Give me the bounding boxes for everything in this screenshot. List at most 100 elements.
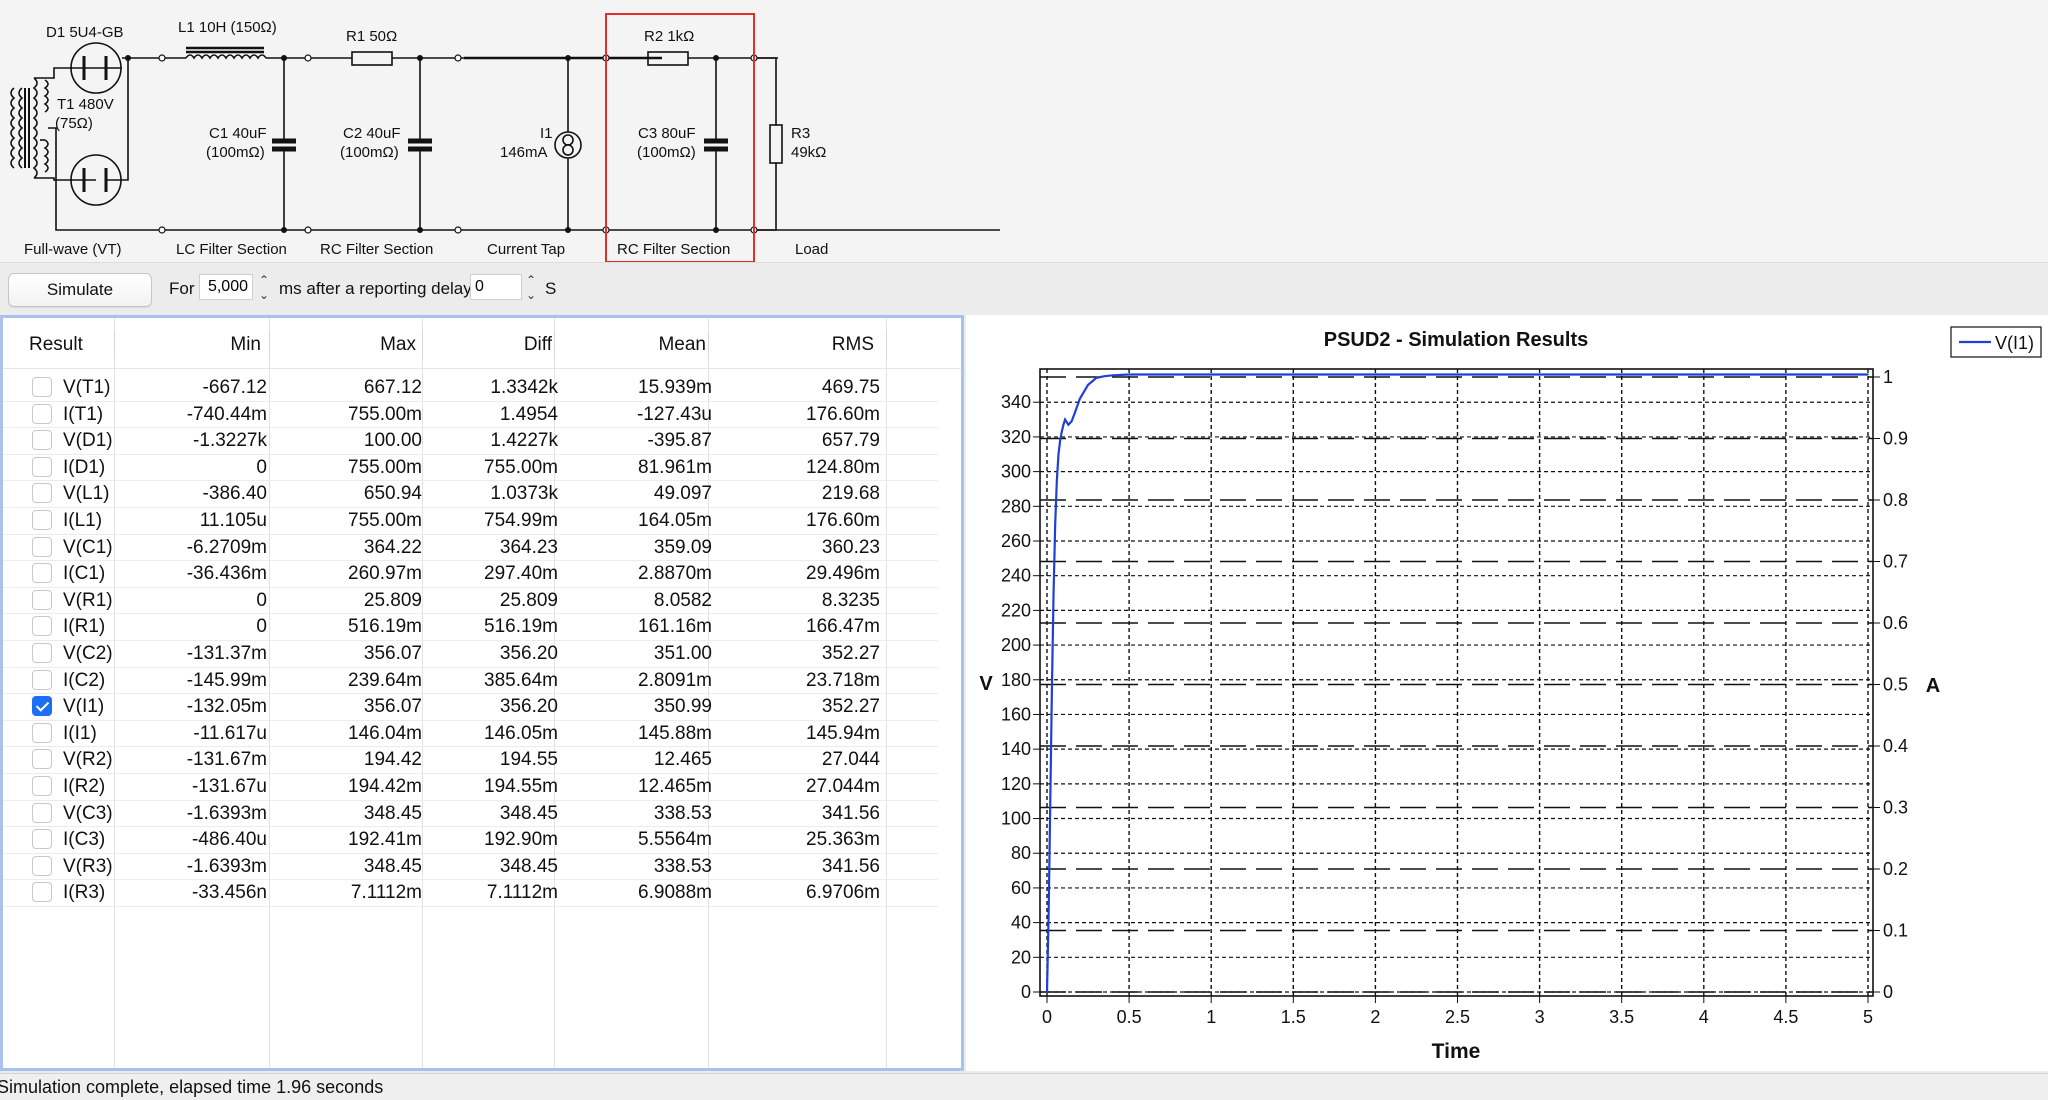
cell-rms: 352.27 [821, 696, 880, 718]
label-c2: C2 40uF [343, 125, 401, 142]
row-checkbox[interactable] [32, 669, 52, 690]
delay-stepper[interactable]: ⌃ ⌄ [524, 273, 538, 303]
row-checkbox[interactable] [32, 510, 52, 530]
cell-mean: -395.87 [647, 430, 712, 452]
series-point [1538, 373, 1541, 376]
section-label-fullwave[interactable]: Full-wave (VT) [24, 241, 122, 258]
header-max[interactable]: Max [380, 334, 416, 356]
cell-max: 194.42 [363, 749, 422, 771]
cell-min: 0 [256, 616, 267, 638]
section-label-load[interactable]: Load [795, 241, 828, 258]
table-row[interactable]: I(L1) 11.105u 755.00m 754.99m 164.05m 176.60m [3, 507, 938, 535]
table-row[interactable]: I(I1) -11.617u 146.04m 146.05m 145.88m 145.94… [3, 720, 938, 748]
chevron-up-icon[interactable]: ⌃ [257, 273, 271, 288]
simulate-button[interactable]: Simulate [8, 273, 152, 307]
cell-min: -6.2709m [186, 536, 267, 558]
section-label-lc-filter[interactable]: LC Filter Section [176, 241, 287, 258]
cell-rms: 341.56 [821, 855, 880, 877]
header-rms[interactable]: RMS [832, 334, 874, 356]
header-result[interactable]: Result [29, 334, 83, 356]
y-tick-label: 40 [1011, 913, 1031, 933]
delay-input[interactable] [470, 274, 522, 300]
table-row[interactable]: I(C3) -486.40u 192.41m 192.90m 5.5564m 25.363… [3, 826, 938, 854]
row-checkbox[interactable] [32, 776, 52, 796]
row-checkbox[interactable] [32, 616, 52, 637]
row-checkbox[interactable] [32, 483, 52, 504]
row-checkbox[interactable] [32, 749, 52, 770]
capacitor-c3[interactable] [704, 58, 728, 230]
row-checkbox[interactable] [32, 563, 52, 584]
cell-min: 11.105u [199, 510, 267, 531]
table-row[interactable]: V(T1) -667.12 667.12 1.3342k 15.939m 469.75 [3, 374, 938, 402]
status-text: Simulation complete, elapsed time 1.96 s… [0, 1077, 384, 1097]
cell-mean: 5.5564m [638, 829, 712, 851]
row-checkbox[interactable] [32, 403, 52, 424]
x-tick-label: 1.5 [1281, 1007, 1306, 1027]
y-tick-label: 260 [1001, 531, 1031, 551]
section-label-rc-filter-2[interactable]: RC Filter Section [617, 241, 730, 258]
row-checkbox[interactable] [32, 536, 52, 557]
series-point [1052, 592, 1055, 594]
cell-max: 755.00m [348, 510, 422, 531]
chart-canvas: PSUD2 - Simulation Results 0 0.5 1 1.5 2 2.5 3 3… [979, 326, 2042, 1063]
table-row[interactable]: V(C1) -6.2709m 364.22 364.23 359.09 360.23 [3, 534, 938, 562]
table-row[interactable]: V(L1) -386.40 650.94 1.0373k 49.097 219.68 [3, 480, 938, 508]
results-table[interactable]: Result Min Max Diff Mean RMS V(T1) -667.1… [0, 315, 964, 1071]
cell-min: -386.40 [202, 483, 267, 505]
result-name: V(C1) [63, 536, 113, 558]
capacitor-c1[interactable] [272, 58, 296, 230]
current-source-i1[interactable] [554, 58, 582, 230]
table-row[interactable]: V(C3) -1.6393m 348.45 348.45 338.53 341.56 [3, 800, 938, 828]
row-checkbox[interactable] [32, 722, 52, 743]
table-row[interactable]: I(C1) -36.436m 260.97m 297.40m 2.8870m 29.496… [3, 560, 938, 588]
chevron-down-icon[interactable]: ⌄ [524, 288, 538, 303]
inductor-l1[interactable] [185, 46, 352, 60]
table-row[interactable]: V(C2) -131.37m 356.07 356.20 351.00 352.27 [3, 640, 938, 668]
row-checkbox[interactable] [32, 589, 52, 610]
duration-input[interactable] [199, 274, 253, 300]
table-row[interactable]: V(R3) -1.6393m 348.45 348.45 338.53 341.56 [3, 853, 938, 881]
table-row[interactable]: I(R1) 0 516.19m 516.19m 161.16m 166.47m [3, 613, 938, 641]
capacitor-c2[interactable] [408, 58, 432, 230]
cell-min: -131.67m [186, 749, 267, 771]
series-point [1703, 373, 1705, 376]
resistor-r3[interactable] [754, 57, 783, 231]
chevron-down-icon[interactable]: ⌄ [257, 288, 271, 303]
table-row[interactable]: I(R3) -33.456n 7.1112m 7.1112m 6.9088m 6.9706… [3, 879, 938, 907]
cell-rms: 25.363m [806, 829, 880, 851]
header-diff[interactable]: Diff [524, 334, 552, 356]
row-checkbox[interactable] [32, 643, 52, 663]
row-checkbox[interactable] [32, 696, 52, 717]
table-row[interactable]: V(R1) 0 25.809 25.809 8.0582 8.3235 [3, 587, 938, 615]
series-point [1095, 377, 1098, 379]
table-row[interactable]: V(I1) -132.05m 356.07 356.20 350.99 352.27 [3, 693, 938, 721]
resistor-r1[interactable] [351, 51, 393, 66]
table-row[interactable]: I(R2) -131.67u 194.42m 194.55m 12.465m 27.044… [3, 773, 938, 801]
row-checkbox[interactable] [32, 456, 52, 477]
cell-min: -1.3227k [193, 430, 267, 452]
chevron-up-icon[interactable]: ⌃ [524, 273, 538, 288]
row-checkbox[interactable] [32, 855, 52, 876]
table-row[interactable]: V(R2) -131.67m 194.42 194.55 12.465 27.044 [3, 746, 938, 774]
result-name: V(R1) [63, 589, 113, 611]
chart-legend[interactable]: V(I1) [1950, 326, 2042, 358]
header-min[interactable]: Min [230, 334, 261, 356]
row-checkbox[interactable] [32, 430, 52, 451]
section-label-rc-filter-1[interactable]: RC Filter Section [320, 241, 433, 258]
row-checkbox[interactable] [32, 882, 52, 903]
duration-stepper[interactable]: ⌃ ⌄ [257, 273, 271, 303]
cell-rms: 176.60m [806, 403, 880, 425]
label-d1: D1 5U4-GB [46, 24, 124, 41]
row-checkbox[interactable] [32, 377, 52, 397]
table-row[interactable]: I(T1) -740.44m 755.00m 1.4954 -127.43u 176.60… [3, 401, 938, 429]
label-t1-impedance: (75Ω) [55, 115, 93, 132]
row-checkbox[interactable] [32, 829, 52, 850]
row-checkbox[interactable] [32, 802, 52, 823]
table-row[interactable]: I(C2) -145.99m 239.64m 385.64m 2.8091m 23.718… [3, 667, 938, 695]
table-row[interactable]: I(D1) 0 755.00m 755.00m 81.961m 124.80m [3, 454, 938, 482]
y-tick-label: 180 [1001, 670, 1031, 690]
section-label-current-tap[interactable]: Current Tap [487, 241, 565, 258]
result-name: I(C2) [63, 669, 106, 691]
header-mean[interactable]: Mean [658, 334, 706, 356]
table-row[interactable]: V(D1) -1.3227k 100.00 1.4227k -395.87 657.79 [3, 427, 938, 455]
